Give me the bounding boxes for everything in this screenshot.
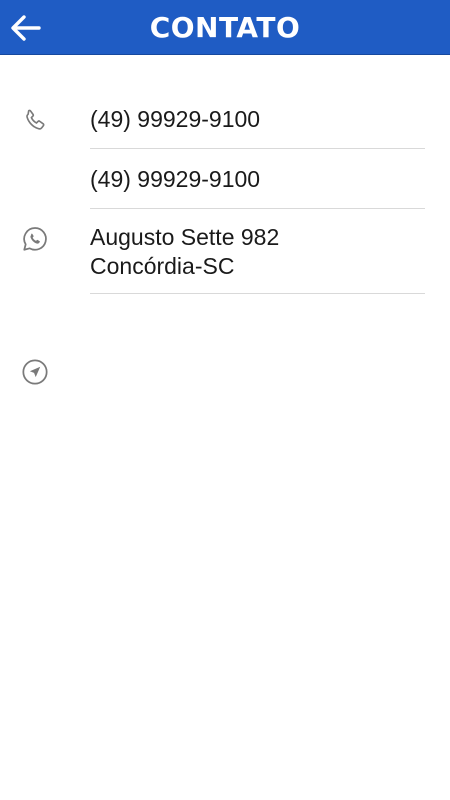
contact-list: (49) 99929-9100 (49) 99929-9100 Augusto … xyxy=(0,90,450,385)
address: Augusto Sette 982 Concórdia-SC xyxy=(90,209,425,294)
back-button[interactable] xyxy=(6,8,46,48)
address-city: Concórdia-SC xyxy=(90,253,235,279)
arrow-left-icon xyxy=(11,15,41,41)
page-title: CONTATO xyxy=(149,11,301,44)
phone-icon xyxy=(20,106,50,136)
contact-screen: CONTATO (49) 99929-9100 (49) 99929-9100 xyxy=(0,0,450,800)
address-street: Augusto Sette 982 xyxy=(90,224,280,250)
phone-number: (49) 99929-9100 xyxy=(90,90,425,149)
contact-row-whatsapp[interactable]: (49) 99929-9100 xyxy=(0,149,450,251)
contact-row-phone[interactable]: (49) 99929-9100 xyxy=(0,90,450,149)
contact-row-address[interactable]: Augusto Sette 982 Concórdia-SC xyxy=(0,209,450,385)
location-arrow-icon xyxy=(20,357,50,387)
whatsapp-number-text: (49) 99929-9100 xyxy=(90,166,261,192)
top-app-bar: CONTATO xyxy=(0,0,450,55)
phone-number-text: (49) 99929-9100 xyxy=(90,106,261,132)
whatsapp-number: (49) 99929-9100 xyxy=(90,149,425,209)
